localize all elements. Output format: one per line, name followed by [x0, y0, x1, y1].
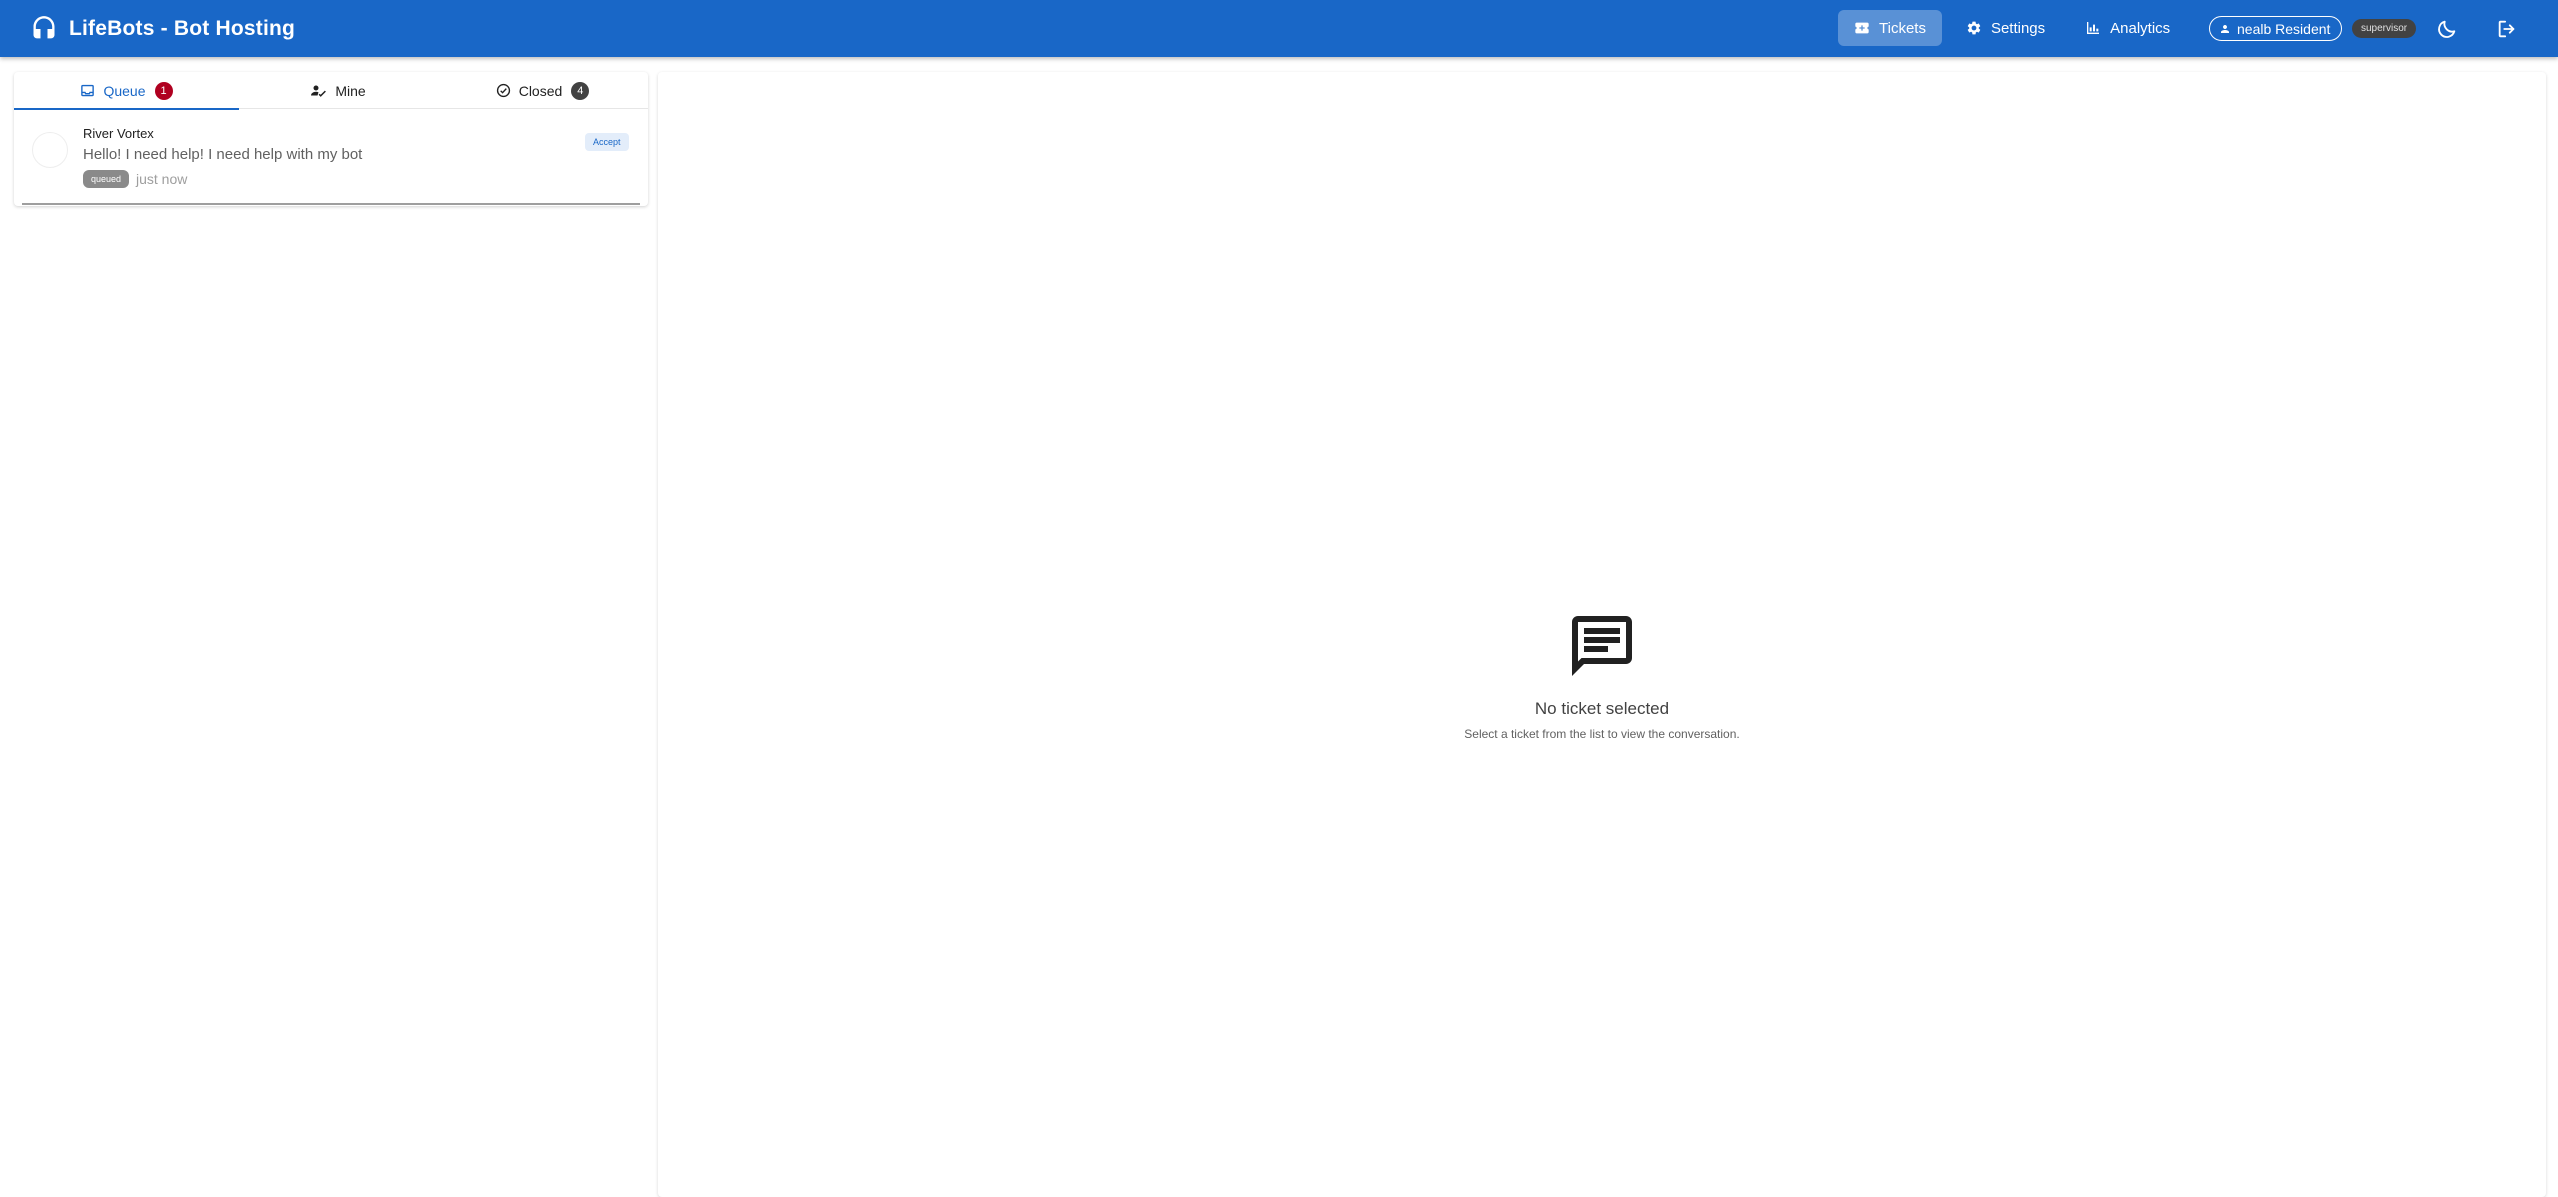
logout-button[interactable] — [2492, 14, 2522, 44]
app-title: LifeBots - Bot Hosting — [69, 16, 296, 40]
queue-count-badge: 1 — [154, 81, 173, 100]
closed-count-badge: 4 — [571, 81, 590, 100]
ticket-icon — [1855, 22, 1869, 34]
main-nav: Tickets Settings Analytics — [1838, 10, 2194, 46]
user-name: nealb Resident — [2237, 20, 2331, 37]
tab-queue[interactable]: Queue 1 — [14, 72, 239, 110]
empty-state: No ticket selected Select a ticket from … — [658, 610, 2546, 741]
accept-button[interactable]: Accept — [585, 133, 629, 151]
tab-queue-label: Queue — [103, 82, 146, 99]
ticket-tabs: Queue 1 Mine Closed 4 — [14, 72, 648, 110]
ticket-list-item[interactable]: River Vortex Hello! I need help! I need … — [14, 109, 648, 205]
empty-state-subtitle: Select a ticket from the list to view th… — [1464, 727, 1740, 741]
ticket-list-panel: Queue 1 Mine Closed 4 River Vortex Hello… — [14, 72, 648, 206]
person-icon — [2221, 24, 2229, 33]
logout-icon — [2498, 20, 2515, 38]
avatar — [32, 132, 68, 168]
brand: LifeBots - Bot Hosting — [30, 14, 295, 44]
nav-tickets-label: Tickets — [1879, 19, 1926, 37]
bar-chart-icon — [2087, 22, 2100, 34]
chat-message-icon — [1566, 610, 1638, 682]
headset-icon — [30, 14, 58, 44]
tab-mine-label: Mine — [335, 82, 366, 99]
divider — [22, 203, 640, 205]
tab-closed[interactable]: Closed 4 — [437, 72, 648, 109]
status-badge: queued — [83, 170, 130, 188]
tab-closed-label: Closed — [518, 82, 563, 99]
ticket-message-preview: Hello! I need help! I need help with my … — [83, 146, 363, 163]
check-circle-icon — [496, 83, 510, 98]
nav-analytics-label: Analytics — [2110, 19, 2171, 37]
empty-state-title: No ticket selected — [1534, 699, 1670, 718]
app-bar: LifeBots - Bot Hosting Tickets Settings … — [0, 0, 2558, 57]
tab-mine[interactable]: Mine — [239, 72, 437, 109]
nav-settings-label: Settings — [1990, 19, 2046, 37]
role-badge: supervisor — [2352, 19, 2417, 38]
nav-analytics-button[interactable]: Analytics — [2069, 10, 2186, 46]
nav-tickets-button[interactable]: Tickets — [1838, 10, 1942, 46]
theme-toggle-button[interactable] — [2432, 14, 2462, 44]
person-check-icon — [311, 85, 327, 97]
nav-settings-button[interactable]: Settings — [1950, 10, 2061, 46]
ticket-user-name: River Vortex — [83, 126, 154, 141]
moon-icon — [2438, 20, 2456, 38]
conversation-panel: No ticket selected Select a ticket from … — [658, 72, 2546, 1197]
user-chip[interactable]: nealb Resident — [2209, 16, 2343, 41]
gear-icon — [1967, 21, 1981, 35]
inbox-icon — [81, 84, 95, 97]
ticket-timestamp: just now — [136, 171, 188, 187]
